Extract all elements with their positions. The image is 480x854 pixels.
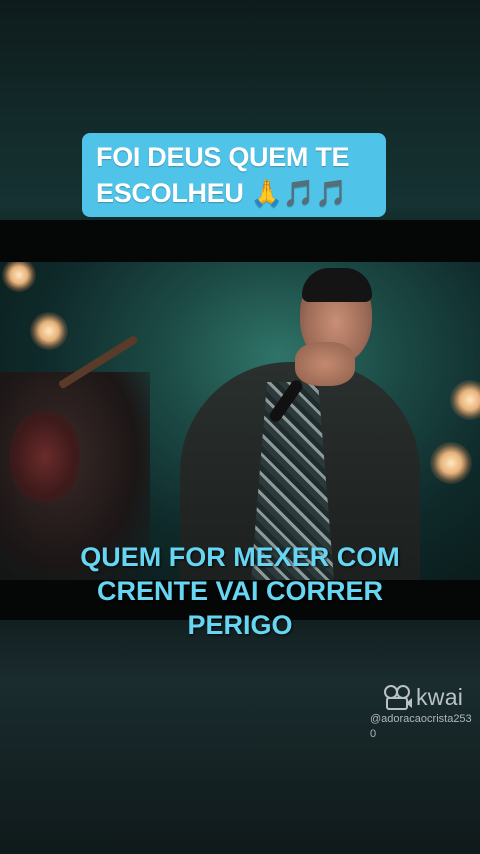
kwai-brand-text: kwai (416, 683, 464, 710)
title-line-1: FOI DEUS QUEM TE (96, 141, 350, 172)
kwai-logo-icon (384, 685, 412, 710)
guitar (10, 412, 80, 502)
concert-scene (0, 262, 480, 580)
title-banner: FOI DEUS QUEM TE ESCOLHEU 🙏🎵🎵 (82, 133, 386, 217)
creator-handle: @adoracaocrista2530 (370, 713, 472, 740)
singer-hand (295, 342, 355, 386)
title-emoji: 🙏🎵🎵 (250, 178, 348, 209)
lyrics-caption: QUEM FOR MEXER COM CRENTE VAI CORRER PER… (20, 540, 460, 642)
caption-line-1: QUEM FOR MEXER COM (80, 542, 400, 572)
caption-line-2: CRENTE VAI CORRER (96, 576, 384, 606)
letterbox-bar-top (0, 220, 480, 262)
singer-hair (302, 268, 372, 302)
title-line-2-text: ESCOLHEU (96, 177, 244, 208)
caption-line-3: PERIGO (187, 610, 293, 640)
stage-light (430, 442, 472, 484)
title-line-2: ESCOLHEU 🙏🎵🎵 (96, 175, 386, 212)
stage-light (450, 380, 480, 420)
stage-light (2, 262, 36, 292)
kwai-watermark: kwai (384, 682, 463, 712)
stage-light (30, 312, 68, 350)
